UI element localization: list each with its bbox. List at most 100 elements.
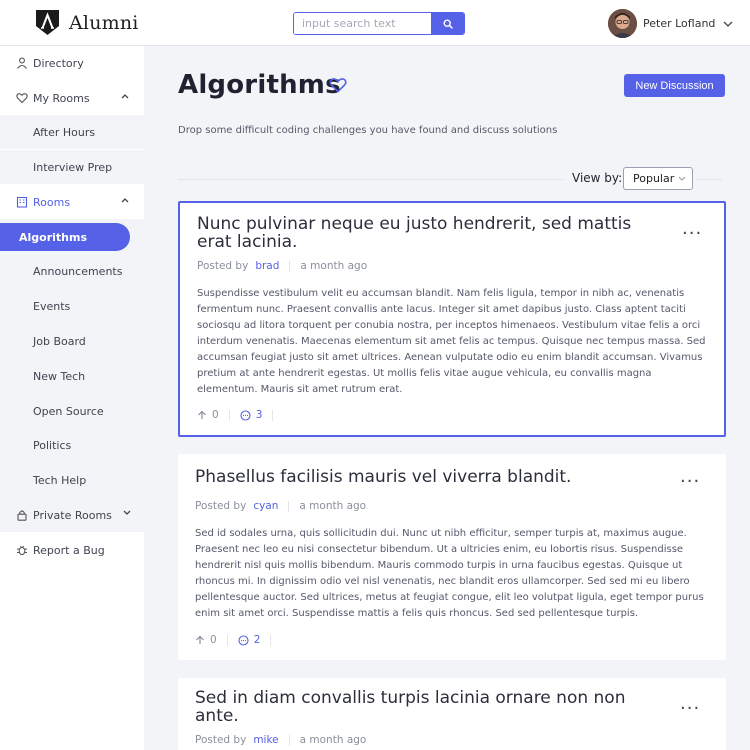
post-time: a month ago xyxy=(299,734,367,746)
bug-icon xyxy=(17,545,27,556)
sidebar-item-open-source[interactable]: Open Source xyxy=(0,394,144,428)
sidebar-item-label: Rooms xyxy=(33,195,71,209)
search-button[interactable] xyxy=(431,13,464,34)
comment-count[interactable]: 2 xyxy=(254,634,261,646)
comment-count[interactable]: 3 xyxy=(256,409,263,421)
more-options-button[interactable]: ... xyxy=(682,218,702,239)
author-link[interactable]: brad xyxy=(255,260,279,272)
post-card[interactable]: Nunc pulvinar neque eu justo hendrerit, … xyxy=(178,201,726,437)
divider xyxy=(270,634,272,646)
sidebar-item-job-board[interactable]: Job Board xyxy=(0,324,144,358)
author-link[interactable]: cyan xyxy=(253,500,278,512)
post-stats: 0 2 xyxy=(195,634,272,646)
alumni-logo-icon xyxy=(36,10,59,35)
app-name: Alumni xyxy=(69,11,139,34)
sidebar-item-algorithms[interactable]: Algorithms xyxy=(0,223,130,251)
building-icon xyxy=(16,196,28,208)
sidebar-item-rooms[interactable]: Rooms xyxy=(0,185,144,219)
comment-icon[interactable] xyxy=(238,634,249,646)
post-title[interactable]: Sed in diam convallis turpis lacinia orn… xyxy=(195,689,665,725)
post-title[interactable]: Phasellus facilisis mauris vel viverra b… xyxy=(195,468,665,486)
chevron-down-icon xyxy=(678,176,686,181)
post-meta: Posted by cyan a month ago xyxy=(195,500,366,512)
sidebar-item-label: Open Source xyxy=(33,404,104,418)
chevron-down-icon xyxy=(723,21,733,27)
divider xyxy=(289,260,291,272)
divider xyxy=(288,734,290,746)
avatar[interactable] xyxy=(608,9,637,38)
chevron-up-icon xyxy=(121,94,129,99)
favorite-heart-icon[interactable] xyxy=(329,77,347,93)
more-options-button[interactable]: ... xyxy=(680,466,700,487)
sidebar: Directory My Rooms After Hours Interview… xyxy=(0,46,144,750)
posted-by-label: Posted by xyxy=(195,500,247,512)
sidebar-item-announcements[interactable]: Announcements xyxy=(0,254,144,288)
sidebar-item-label: Private Rooms xyxy=(33,508,112,522)
post-card[interactable]: Sed in diam convallis turpis lacinia orn… xyxy=(178,678,726,750)
sidebar-item-report-bug[interactable]: Report a Bug xyxy=(0,533,144,567)
divider xyxy=(228,409,230,421)
post-title[interactable]: Nunc pulvinar neque eu justo hendrerit, … xyxy=(197,215,667,251)
sidebar-item-label: Directory xyxy=(33,56,84,70)
posted-by-label: Posted by xyxy=(197,260,249,272)
sidebar-item-label: Job Board xyxy=(33,334,86,348)
upvote-count: 0 xyxy=(212,409,219,421)
user-menu[interactable]: Peter Lofland xyxy=(608,9,733,38)
divider xyxy=(272,409,274,421)
sidebar-item-interview-prep[interactable]: Interview Prep xyxy=(0,150,144,184)
post-card[interactable]: Phasellus facilisis mauris vel viverra b… xyxy=(178,454,726,660)
sidebar-item-label: My Rooms xyxy=(33,91,90,105)
upvote-arrow-icon[interactable] xyxy=(197,410,207,420)
comment-icon[interactable] xyxy=(240,409,251,421)
page-description: Drop some difficult coding challenges yo… xyxy=(178,125,558,136)
sidebar-item-new-tech[interactable]: New Tech xyxy=(0,359,144,393)
sidebar-item-label: After Hours xyxy=(33,125,96,139)
sidebar-item-directory[interactable]: Directory xyxy=(0,46,144,80)
post-time: a month ago xyxy=(299,500,367,512)
divider xyxy=(697,179,722,180)
sidebar-item-label: New Tech xyxy=(33,369,86,383)
sidebar-item-my-rooms[interactable]: My Rooms xyxy=(0,81,144,115)
chevron-down-icon xyxy=(123,510,131,515)
view-by-label: View by: xyxy=(572,171,623,185)
user-name: Peter Lofland xyxy=(643,17,716,30)
sidebar-item-after-hours[interactable]: After Hours xyxy=(0,115,144,149)
lock-icon xyxy=(17,510,27,521)
search-input[interactable] xyxy=(294,13,431,34)
top-header: Alumni Peter Lofland xyxy=(0,0,750,46)
sidebar-item-private-rooms[interactable]: Private Rooms xyxy=(0,498,144,532)
posted-by-label: Posted by xyxy=(195,734,247,746)
upvote-count: 0 xyxy=(210,634,217,646)
post-time: a month ago xyxy=(300,260,368,272)
sidebar-item-label: Announcements xyxy=(33,264,123,278)
more-options-button[interactable]: ... xyxy=(680,693,700,714)
sidebar-item-label: Politics xyxy=(33,438,72,452)
sidebar-item-label: Interview Prep xyxy=(33,160,113,174)
sidebar-item-label: Algorithms xyxy=(19,230,88,244)
post-body: Sed id sodales urna, quis sollicitudin d… xyxy=(195,528,704,619)
search-icon xyxy=(442,18,453,29)
post-body: Suspendisse vestibulum velit eu accumsan… xyxy=(197,288,706,395)
divider xyxy=(226,634,228,646)
page-title: Algorithms xyxy=(178,70,341,100)
search-bar xyxy=(293,12,465,35)
sidebar-item-events[interactable]: Events xyxy=(0,289,144,323)
sidebar-item-label: Events xyxy=(33,299,71,313)
new-discussion-button[interactable]: New Discussion xyxy=(624,74,725,97)
sidebar-item-label: Report a Bug xyxy=(33,543,105,557)
view-by-select[interactable]: Popular xyxy=(623,167,693,190)
post-stats: 0 3 xyxy=(197,409,274,421)
sidebar-item-tech-help[interactable]: Tech Help xyxy=(0,463,144,497)
divider xyxy=(288,500,290,512)
chevron-up-icon xyxy=(121,198,129,203)
sidebar-item-label: Tech Help xyxy=(33,473,87,487)
author-link[interactable]: mike xyxy=(253,734,278,746)
upvote-arrow-icon[interactable] xyxy=(195,635,205,645)
user-icon xyxy=(17,57,27,69)
heart-icon xyxy=(16,93,28,104)
view-by-value: Popular xyxy=(633,172,675,185)
post-meta: Posted by mike a month ago xyxy=(195,734,366,746)
sidebar-item-politics[interactable]: Politics xyxy=(0,428,144,462)
logo[interactable]: Alumni xyxy=(34,9,139,36)
divider xyxy=(178,179,563,180)
